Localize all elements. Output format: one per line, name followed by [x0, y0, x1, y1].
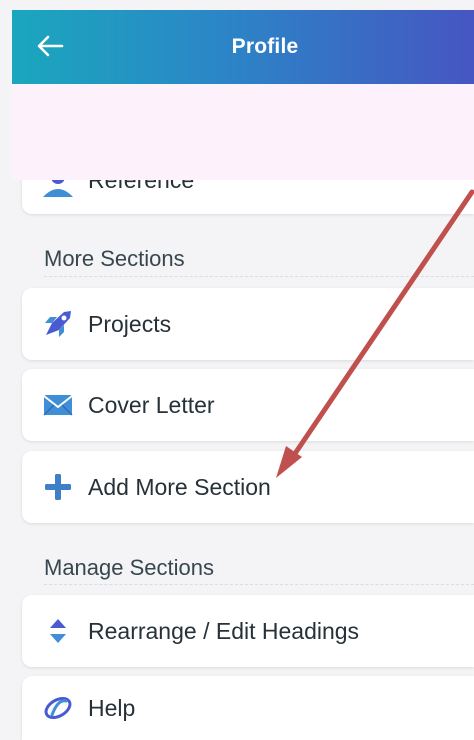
- sort-arrows-icon: [38, 611, 78, 651]
- add-more-section-item[interactable]: Add More Section: [22, 451, 474, 523]
- page-title: Profile: [231, 35, 299, 58]
- projects-label: Projects: [88, 310, 172, 337]
- rearrange-item[interactable]: Rearrange / Edit Headings: [22, 595, 474, 667]
- cover-letter-label: Cover Letter: [88, 391, 215, 418]
- app-header: Profile: [12, 10, 474, 84]
- help-item[interactable]: Help: [22, 676, 474, 740]
- envelope-icon: [38, 385, 78, 425]
- header-spacer: [12, 84, 474, 180]
- help-label: Help: [88, 694, 136, 721]
- section-divider: [44, 584, 474, 586]
- projects-item[interactable]: Projects: [22, 288, 474, 360]
- plus-icon: [38, 467, 78, 507]
- rearrange-label: Rearrange / Edit Headings: [88, 617, 360, 644]
- section-title-manage: Manage Sections: [44, 555, 214, 580]
- section-title-more: More Sections: [44, 246, 185, 271]
- help-icon: [38, 688, 78, 728]
- section-divider: [44, 276, 474, 278]
- add-more-section-label: Add More Section: [88, 473, 271, 500]
- cover-letter-item[interactable]: Cover Letter: [22, 369, 474, 441]
- rocket-icon: [38, 304, 78, 344]
